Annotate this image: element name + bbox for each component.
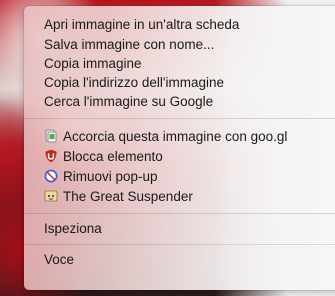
menu-item-label: Voce <box>44 252 75 267</box>
menu-item-label: The Great Suspender <box>63 189 193 204</box>
menu-item-copy-image-address[interactable]: Copia l'indirizzo dell'immagine <box>44 73 224 93</box>
menu-item-inspect[interactable]: Ispeziona <box>44 219 102 239</box>
menu-separator <box>24 213 335 214</box>
menu-separator <box>24 118 335 119</box>
menu-item-search-image-google[interactable]: Cerca l'immagine su Google <box>44 92 213 112</box>
menu-separator <box>24 244 335 245</box>
great-suspender-icon <box>44 189 58 203</box>
menu-item-label: Ispeziona <box>44 221 102 236</box>
menu-item-open-image-new-tab[interactable]: Apri immagine in un'altra scheda <box>44 15 239 35</box>
menu-item-remove-popup[interactable]: Rimuovi pop-up <box>44 167 158 187</box>
menu-item-voice[interactable]: Voce <box>44 250 74 270</box>
menu-item-block-element[interactable]: Blocca elemento <box>44 147 163 167</box>
menu-item-label: Cerca l'immagine su Google <box>44 94 214 109</box>
context-menu: Apri immagine in un'altra scheda Salva i… <box>24 6 335 290</box>
menu-item-label: Accorcia questa immagine con goo.gl <box>63 129 288 144</box>
menu-item-label: Blocca elemento <box>63 149 163 164</box>
menu-item-label: Rimuovi pop-up <box>63 169 158 184</box>
menu-item-label: Apri immagine in un'altra scheda <box>44 17 240 32</box>
menu-item-label: Salva immagine con nome... <box>44 37 215 52</box>
menu-item-label: Copia l'indirizzo dell'immagine <box>44 75 224 90</box>
goo-gl-shortener-icon <box>44 129 58 143</box>
menu-item-shorten-goo-gl[interactable]: Accorcia questa immagine con goo.gl <box>44 127 287 147</box>
menu-item-great-suspender[interactable]: The Great Suspender <box>44 187 193 207</box>
ublock-shield-icon <box>44 149 58 163</box>
no-popup-icon <box>44 169 58 183</box>
menu-item-label: Copia immagine <box>44 56 142 71</box>
menu-item-save-image-as[interactable]: Salva immagine con nome... <box>44 35 214 55</box>
menu-item-copy-image[interactable]: Copia immagine <box>44 54 142 74</box>
